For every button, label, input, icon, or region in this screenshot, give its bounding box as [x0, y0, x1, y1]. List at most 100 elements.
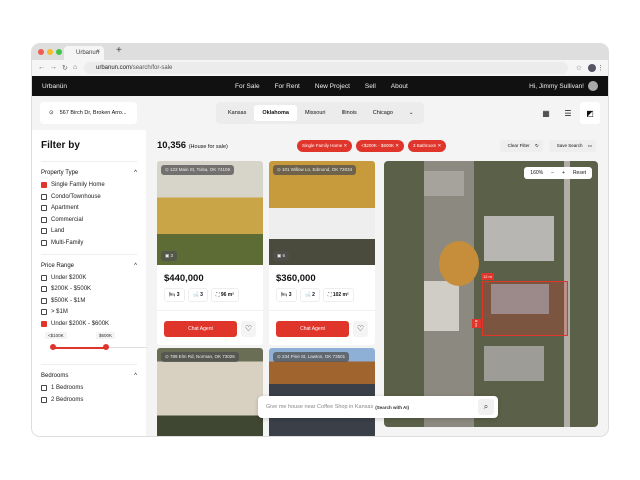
chevron-up-icon[interactable]: ^	[134, 373, 137, 379]
section-label: Bedrooms	[41, 373, 69, 379]
chat-agent-button[interactable]: Chat Agent	[164, 321, 237, 337]
location-pin-icon: ⊙	[49, 110, 54, 116]
menu-icon[interactable]: ⋮	[597, 64, 604, 72]
checkbox-label: Single Family Home	[51, 182, 105, 188]
ai-search-input[interactable]: Give me house near Coffee Shop in Kansas…	[258, 396, 498, 418]
checkbox-1-bedroom[interactable]: 1 Bedrooms	[41, 385, 137, 391]
satellite-map[interactable]: 12 m 8 m 160% − + Reset	[384, 161, 598, 427]
checkbox-label: Land	[51, 228, 65, 234]
result-count: 10,356 (House for sale)	[157, 140, 228, 151]
favorite-heart-icon[interactable]: ♡	[241, 321, 256, 337]
minimize-window-button[interactable]	[47, 49, 53, 55]
filter-chip[interactable]: Single Family Home ✕	[297, 140, 353, 152]
slider-max-handle[interactable]	[103, 344, 109, 350]
checkbox-500k-1m[interactable]: $500K - $1M	[41, 297, 137, 304]
home-icon[interactable]: ⌂	[73, 64, 77, 71]
listing-photo[interactable]: ⊙ 123 Main St, Tulsa, OK 74106 ▣ 3	[157, 161, 263, 265]
listing-card[interactable]: ⊙ 789 Elm Rd, Norman, OK 73026	[157, 348, 263, 436]
listing-price: $440,000	[164, 273, 204, 284]
filter-sidebar: Filter by Property Type ^ Single Family H…	[32, 130, 147, 436]
tab-bar: Urbanun × +	[32, 44, 608, 60]
checkbox-land[interactable]: Land	[41, 228, 137, 234]
listing-photo[interactable]: ⊙ 234 Pine St, Lawton, OK 73501	[269, 348, 375, 436]
tab-chicago[interactable]: Chicago	[365, 105, 401, 121]
chat-agent-button[interactable]: Chat Agent	[276, 321, 349, 337]
ai-search-placeholder: Give me house near Coffee Shop in Kansas	[266, 404, 374, 410]
close-window-button[interactable]	[38, 49, 44, 55]
checkbox-200k-600k[interactable]: Under $200K - $600K	[41, 320, 137, 327]
checkbox-label: Condo/Townhouse	[51, 193, 101, 200]
favorite-heart-icon[interactable]: ♡	[353, 321, 368, 337]
checkbox-condo[interactable]: Condo/Townhouse	[41, 193, 137, 200]
tab-missouri[interactable]: Missouri	[297, 105, 333, 121]
zoom-out-button[interactable]: −	[551, 170, 554, 176]
reload-icon[interactable]: ↻	[62, 64, 68, 72]
listing-card[interactable]: ⊙ 234 Pine St, Lawton, OK 73501	[269, 348, 375, 436]
new-tab-button[interactable]: +	[116, 45, 122, 56]
profile-icon[interactable]	[588, 64, 596, 72]
nav-for-sale[interactable]: For Sale	[235, 83, 260, 90]
chevron-up-icon[interactable]: ^	[134, 263, 137, 269]
chevron-down-icon[interactable]: ⌄	[401, 105, 422, 121]
price-slider[interactable]: <$100K $600K	[41, 332, 147, 356]
url-input[interactable]: urbanun.com/search/for-sale	[84, 62, 568, 74]
tab-oklahoma[interactable]: Oklahoma	[254, 105, 297, 121]
url-path: /search/for-sale	[131, 65, 173, 71]
logo[interactable]: Urbanün	[42, 83, 67, 90]
browser-tab[interactable]: Urbanun ×	[64, 46, 104, 60]
chevron-up-icon[interactable]: ^	[134, 170, 137, 176]
nav-for-rent[interactable]: For Rent	[275, 83, 300, 90]
checkbox-label: 2 Bedrooms	[51, 396, 84, 403]
tab-illinois[interactable]: Illinois	[333, 105, 364, 121]
checkbox-label: Multi-Family	[51, 239, 84, 246]
checkbox-label: > $1M	[51, 309, 68, 315]
user-greeting: Hi, Jimmy Sullivan!	[529, 82, 584, 90]
tab-kansas[interactable]: Kansas	[220, 105, 254, 121]
location-input[interactable]: ⊙ 567 Birch Dr, Broken Arro...	[40, 102, 137, 124]
beds-count: 🛏 3	[164, 288, 185, 302]
slider-min-handle[interactable]	[50, 344, 56, 350]
nav-about[interactable]: About	[391, 83, 408, 90]
map-view-icon[interactable]: ◩	[580, 102, 600, 124]
clear-filter-button[interactable]: Clear Filter ↻	[499, 140, 543, 152]
zoom-level: 160%	[530, 170, 544, 176]
listing-card[interactable]: ⊙ 101 Willow Ln, Edmond, OK 73034 ▣ 6 $3…	[269, 161, 375, 345]
checkbox-multi-family[interactable]: Multi-Family	[41, 239, 137, 246]
checkbox-200k-500k[interactable]: $200K - $500K	[41, 286, 137, 292]
section-label: Property Type	[41, 170, 79, 176]
listing-photo[interactable]: ⊙ 789 Elm Rd, Norman, OK 73026	[157, 348, 263, 436]
close-tab-icon[interactable]: ×	[96, 49, 100, 55]
filter-chip[interactable]: <$200K - $600K ✕	[356, 140, 404, 152]
checkbox-commercial[interactable]: Commercial	[41, 216, 137, 223]
reset-button[interactable]: Reset	[573, 170, 586, 176]
search-toolbar: ⊙ 567 Birch Dr, Broken Arro... Kansas Okl…	[32, 96, 608, 130]
listing-address: ⊙ 101 Willow Ln, Edmond, OK 73034	[273, 165, 357, 175]
bookmark-star-icon[interactable]: ☆	[576, 64, 582, 72]
filter-chip[interactable]: 3 Bathroom ✕	[407, 140, 447, 152]
user-menu[interactable]: Hi, Jimmy Sullivan!	[529, 81, 598, 91]
search-icon[interactable]: ⌕	[478, 399, 494, 415]
checkbox-single-family[interactable]: Single Family Home	[41, 182, 137, 188]
city-tabs: Kansas Oklahoma Missouri Illinois Chicag…	[216, 102, 424, 124]
back-icon[interactable]: ←	[38, 64, 45, 71]
selected-property-outline[interactable]	[482, 281, 568, 336]
nav-sell[interactable]: Sell	[365, 83, 376, 90]
checkbox-under-200k[interactable]: Under $200K	[41, 274, 137, 281]
list-view-icon[interactable]: ☰	[558, 102, 578, 124]
ai-search-hint: (Search with AI)	[375, 404, 410, 410]
maximize-window-button[interactable]	[56, 49, 62, 55]
listing-photo[interactable]: ⊙ 101 Willow Ln, Edmond, OK 73034 ▣ 6	[269, 161, 375, 265]
listing-address: ⊙ 234 Pine St, Lawton, OK 73501	[273, 352, 350, 362]
checkbox-2-bedrooms[interactable]: 2 Bedrooms	[41, 396, 137, 403]
forward-icon[interactable]: →	[50, 64, 57, 71]
nav-new-project[interactable]: New Project	[315, 83, 350, 90]
zoom-in-button[interactable]: +	[562, 170, 565, 176]
checkbox-label: Under $200K - $600K	[51, 320, 110, 327]
area-size: ⛶ 102 m²	[322, 288, 354, 302]
save-search-button[interactable]: Save Search ▭	[548, 140, 596, 152]
checkbox-over-1m[interactable]: > $1M	[41, 309, 137, 315]
listing-card[interactable]: ⊙ 123 Main St, Tulsa, OK 74106 ▣ 3 $440,…	[157, 161, 263, 345]
map-zoom-controls: 160% − + Reset	[524, 167, 592, 179]
checkbox-apartment[interactable]: Apartment	[41, 205, 137, 211]
grid-view-icon[interactable]: ▦	[536, 102, 556, 124]
